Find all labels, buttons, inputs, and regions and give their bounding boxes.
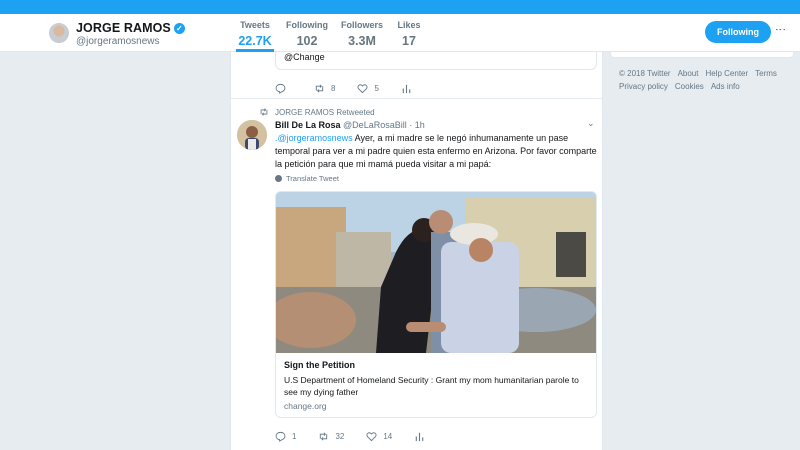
stat-followers-label: Followers <box>341 20 384 30</box>
retweet-count: 8 <box>331 84 336 93</box>
link-card-domain: change.org <box>284 401 327 411</box>
tweet-author-handle[interactable]: @DeLaRosaBill <box>343 120 407 130</box>
profile-name-text[interactable]: JORGE RAMOS <box>76 21 171 35</box>
like-count: 14 <box>383 432 393 441</box>
following-button[interactable]: Following <box>705 21 771 43</box>
retweet-icon <box>320 432 328 441</box>
reply-icon <box>275 83 286 94</box>
previous-tweet-card[interactable]: @Change <box>275 52 597 70</box>
retweet-context-text[interactable]: JORGE RAMOS Retweeted <box>275 108 375 117</box>
footer-link-cookies[interactable]: Cookies <box>675 80 704 93</box>
profile-nav-bar: JORGE RAMOS ✓ @jorgeramosnews Tweets 22.7… <box>0 14 800 52</box>
reply-icon <box>275 431 286 442</box>
retweet-icon <box>315 84 324 93</box>
link-card-description: U.S Department of Homeland Security : Gr… <box>284 375 579 397</box>
tweet-divider <box>231 98 602 99</box>
tweet-author-line: Bill De La Rosa @DeLaRosaBill · 1h <box>275 120 425 130</box>
reply-count: 1 <box>292 432 297 441</box>
footer-link-ads-info[interactable]: Ads info <box>711 80 740 93</box>
tweet-separator: · <box>406 120 415 130</box>
profile-handle[interactable]: @jorgeramosnews <box>76 36 160 47</box>
stat-likes[interactable]: Likes 17 <box>396 20 422 48</box>
stat-following[interactable]: Following 102 <box>286 20 328 48</box>
tweet-mention-link[interactable]: .@jorgeramosnews <box>275 133 353 143</box>
like-count: 5 <box>374 84 379 93</box>
reply-button[interactable]: 1 <box>275 431 296 442</box>
link-card-image <box>276 192 596 353</box>
author-avatar[interactable] <box>237 120 267 150</box>
footer-link-help-center[interactable]: Help Center <box>705 67 748 80</box>
translate-tweet-link[interactable]: Translate Tweet <box>275 174 339 183</box>
retweet-button[interactable]: 32 <box>318 431 344 442</box>
retweet-context: JORGE RAMOS Retweeted <box>259 107 375 117</box>
reply-button[interactable] <box>275 83 292 94</box>
heart-icon <box>357 84 368 94</box>
footer-link-terms[interactable]: Terms <box>755 67 777 80</box>
footer-link-privacy-policy[interactable]: Privacy policy <box>619 80 668 93</box>
stat-followers-value: 3.3M <box>348 34 376 48</box>
author-avatar-image <box>237 120 267 150</box>
tweet-timestamp[interactable]: 1h <box>415 120 425 130</box>
stat-tweets-label: Tweets <box>240 20 270 30</box>
top-navigation-bar <box>0 0 800 14</box>
stat-following-value: 102 <box>296 34 318 48</box>
sidebar-module <box>610 52 794 58</box>
profile-avatar[interactable] <box>48 22 70 44</box>
analytics-button[interactable] <box>414 431 431 442</box>
previous-tweet-actions: 8 5 <box>275 83 440 94</box>
profile-name[interactable]: JORGE RAMOS ✓ <box>76 21 185 35</box>
stat-likes-value: 17 <box>402 34 416 48</box>
stat-followers[interactable]: Followers 3.3M <box>341 20 383 48</box>
timeline: @Change 8 5 JORGE RAMOS Retweeted Bill D… <box>230 52 603 450</box>
chevron-down-icon[interactable]: ⌄ <box>587 118 595 129</box>
footer-links: © 2018 Twitter About Help Center Terms Priva… <box>619 67 789 93</box>
verified-badge-icon: ✓ <box>173 23 185 34</box>
tweet-text: .@jorgeramosnews Ayer, a mi madre se le … <box>275 132 597 171</box>
analytics-icon <box>416 432 424 442</box>
heart-icon <box>366 432 377 442</box>
globe-icon <box>275 175 282 182</box>
link-card-title: Sign the Petition <box>284 360 355 370</box>
retweet-button[interactable]: 8 <box>314 83 335 94</box>
analytics-button[interactable] <box>401 83 418 94</box>
stat-likes-label: Likes <box>397 20 421 30</box>
retweet-icon <box>260 108 268 116</box>
stat-tweets[interactable]: Tweets 22.7K <box>236 20 274 52</box>
footer-copyright: © 2018 Twitter <box>619 69 671 78</box>
like-button[interactable]: 14 <box>366 431 392 442</box>
stat-following-label: Following <box>286 20 328 30</box>
footer-link-about[interactable]: About <box>678 67 699 80</box>
more-options-icon[interactable]: ⋮ <box>774 24 788 35</box>
retweet-count: 32 <box>335 432 345 441</box>
analytics-icon <box>402 84 411 94</box>
link-card[interactable]: Sign the Petition U.S Department of Home… <box>275 191 597 418</box>
previous-tweet-card-text: @Change <box>284 52 325 62</box>
tweet-author-name[interactable]: Bill De La Rosa <box>275 120 341 130</box>
stat-tweets-value: 22.7K <box>238 34 272 48</box>
like-button[interactable]: 5 <box>357 83 379 94</box>
translate-tweet-label: Translate Tweet <box>286 174 339 183</box>
tweet-actions: 1 32 14 <box>275 431 453 442</box>
